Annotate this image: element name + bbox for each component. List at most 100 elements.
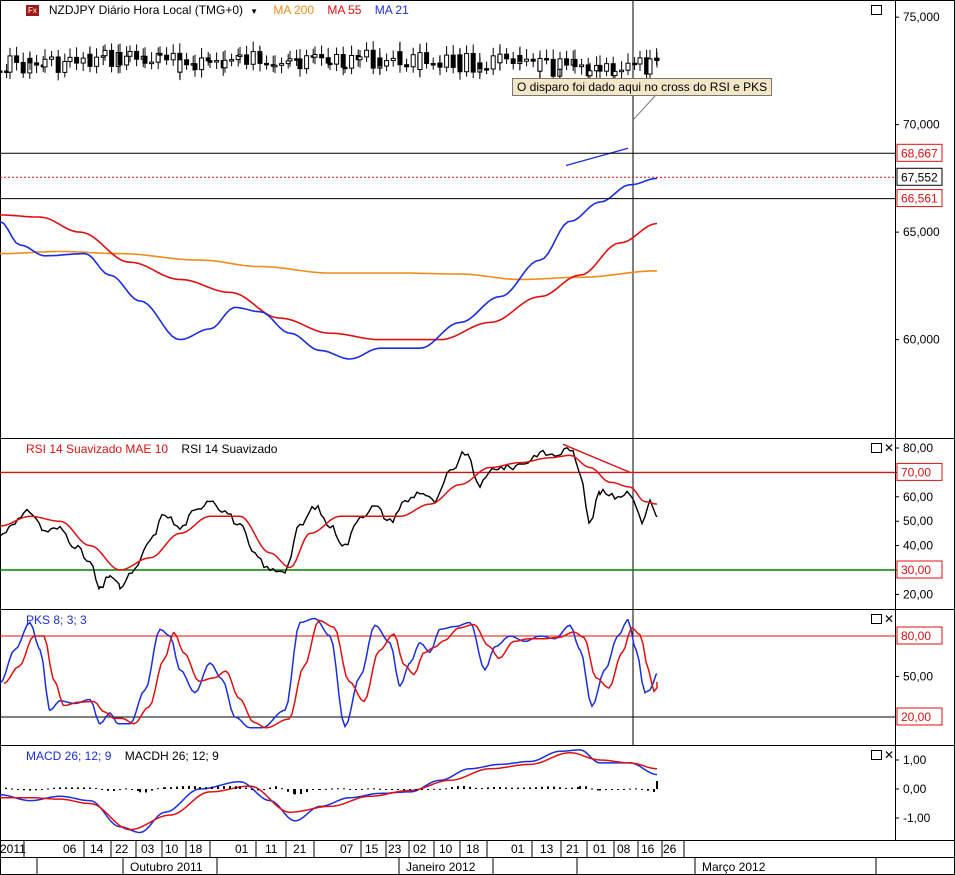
candle-body — [537, 58, 543, 72]
candle-body — [510, 58, 516, 64]
candle-body — [287, 58, 293, 62]
maximize-icon[interactable] — [871, 750, 882, 760]
candle-body — [604, 63, 610, 72]
macdh-bar — [199, 787, 201, 789]
x-tick-label: 08 — [617, 842, 631, 856]
macdh-bar — [211, 786, 213, 789]
macdh-legend-label[interactable]: MACDH 26; 12; 9 — [125, 749, 219, 763]
macd-tick-label: -1,00 — [903, 811, 931, 825]
rsi-legend-label[interactable]: RSI 14 Suavizado — [181, 442, 277, 456]
symbol-label[interactable]: NZDJPY Diário Hora Local (TMG+0) — [49, 3, 243, 17]
ma21-line — [0, 177, 658, 360]
x-tick-label: 10 — [439, 842, 453, 856]
macdh-bar — [217, 786, 219, 789]
x-tick-label: 21 — [566, 842, 580, 856]
candle-body — [192, 63, 198, 71]
candle-body — [579, 64, 585, 68]
macdh-bar — [397, 789, 399, 790]
price-tick-label: 65,000 — [903, 225, 940, 239]
macdh-bar — [245, 787, 247, 789]
macdh-bar — [182, 786, 184, 789]
macdh-bar — [5, 787, 7, 789]
candle-body — [334, 54, 340, 65]
candle-body — [597, 64, 603, 72]
candle-body — [490, 55, 496, 70]
chevron-down-icon[interactable]: ▼ — [250, 7, 258, 16]
macd-legend-label[interactable]: MACD 26; 12; 9 — [26, 749, 111, 763]
candle-body — [170, 52, 176, 61]
candle-body — [149, 61, 155, 65]
x-month-label: Março 2012 — [702, 860, 766, 874]
maximize-icon[interactable] — [871, 614, 882, 624]
ma200-legend[interactable]: MA 200 — [273, 3, 314, 17]
candle-body — [349, 54, 355, 69]
candle-body — [94, 56, 100, 67]
candle-body — [222, 59, 228, 69]
price-tick-label: 75,000 — [903, 10, 940, 24]
x-tick-label: 02 — [413, 842, 427, 856]
maximize-icon[interactable] — [871, 443, 882, 453]
macd-signal-line — [0, 752, 658, 831]
macdh-bar — [535, 787, 537, 789]
macdh-bar — [647, 789, 649, 791]
macdh-bar — [337, 788, 339, 790]
rsi-tick-label: 60,00 — [903, 490, 933, 504]
rsi-mae-legend[interactable]: RSI 14 Suavizado MAE 10 — [26, 442, 168, 456]
candle-body — [264, 62, 270, 66]
candle-body — [550, 58, 556, 77]
price-tick-label: 60,000 — [903, 333, 940, 347]
candle-body — [14, 55, 20, 63]
macdh-bar — [107, 789, 109, 791]
macdh-bar — [571, 787, 573, 789]
macdh-bar — [151, 789, 153, 791]
pks-line — [0, 617, 658, 729]
candle-body — [7, 55, 13, 73]
candle-body — [404, 64, 410, 68]
candle-body — [417, 52, 423, 70]
macdh-bar — [47, 788, 49, 790]
macd-tick-label: 1,00 — [903, 753, 927, 767]
candle-body — [504, 53, 510, 60]
macdh-bar — [349, 788, 351, 790]
candle-body — [177, 59, 183, 73]
macdh-bar — [325, 788, 327, 790]
candle-body — [199, 57, 205, 71]
macdh-bar — [205, 787, 207, 789]
macdh-bar — [577, 787, 579, 789]
candle-body — [80, 57, 86, 64]
candle-body — [477, 62, 483, 70]
macdh-bar — [176, 786, 178, 789]
candle-body — [654, 57, 660, 62]
candle-body — [87, 53, 93, 67]
candle-body — [164, 54, 170, 61]
macdh-bar — [71, 787, 73, 789]
pks-legend-label[interactable]: PKS 8; 3; 3 — [26, 613, 87, 627]
maximize-icon[interactable] — [871, 5, 882, 15]
candle-body — [117, 52, 123, 66]
candle-body — [214, 60, 220, 63]
macdh-bar — [355, 789, 357, 790]
price-trendline — [565, 147, 629, 167]
candle-body — [102, 49, 108, 57]
close-icon[interactable]: ✕ — [884, 442, 894, 454]
macdh-bar — [131, 789, 133, 790]
macdh-bar — [505, 787, 507, 789]
candle-body — [530, 58, 536, 62]
candle-body — [517, 55, 523, 62]
close-icon[interactable]: ✕ — [884, 749, 894, 761]
candle-body — [384, 60, 390, 67]
candle-body — [319, 54, 325, 59]
ma55-legend[interactable]: MA 55 — [327, 3, 361, 17]
candle-body — [272, 64, 278, 68]
macdh-bar — [385, 789, 387, 790]
macdh-bar — [517, 787, 519, 789]
x-tick-label: 13 — [540, 842, 554, 856]
pks-tick-50: 50,00 — [903, 670, 933, 684]
x-month-label: Janeiro 2012 — [406, 860, 476, 874]
macdh-bar — [439, 788, 441, 790]
close-icon[interactable]: ✕ — [884, 613, 894, 625]
annotation-note[interactable]: O disparo foi dado aqui no cross do RSI … — [512, 78, 773, 96]
ma21-legend[interactable]: MA 21 — [375, 3, 409, 17]
candle-body — [304, 55, 310, 70]
macdh-bar — [611, 789, 613, 790]
